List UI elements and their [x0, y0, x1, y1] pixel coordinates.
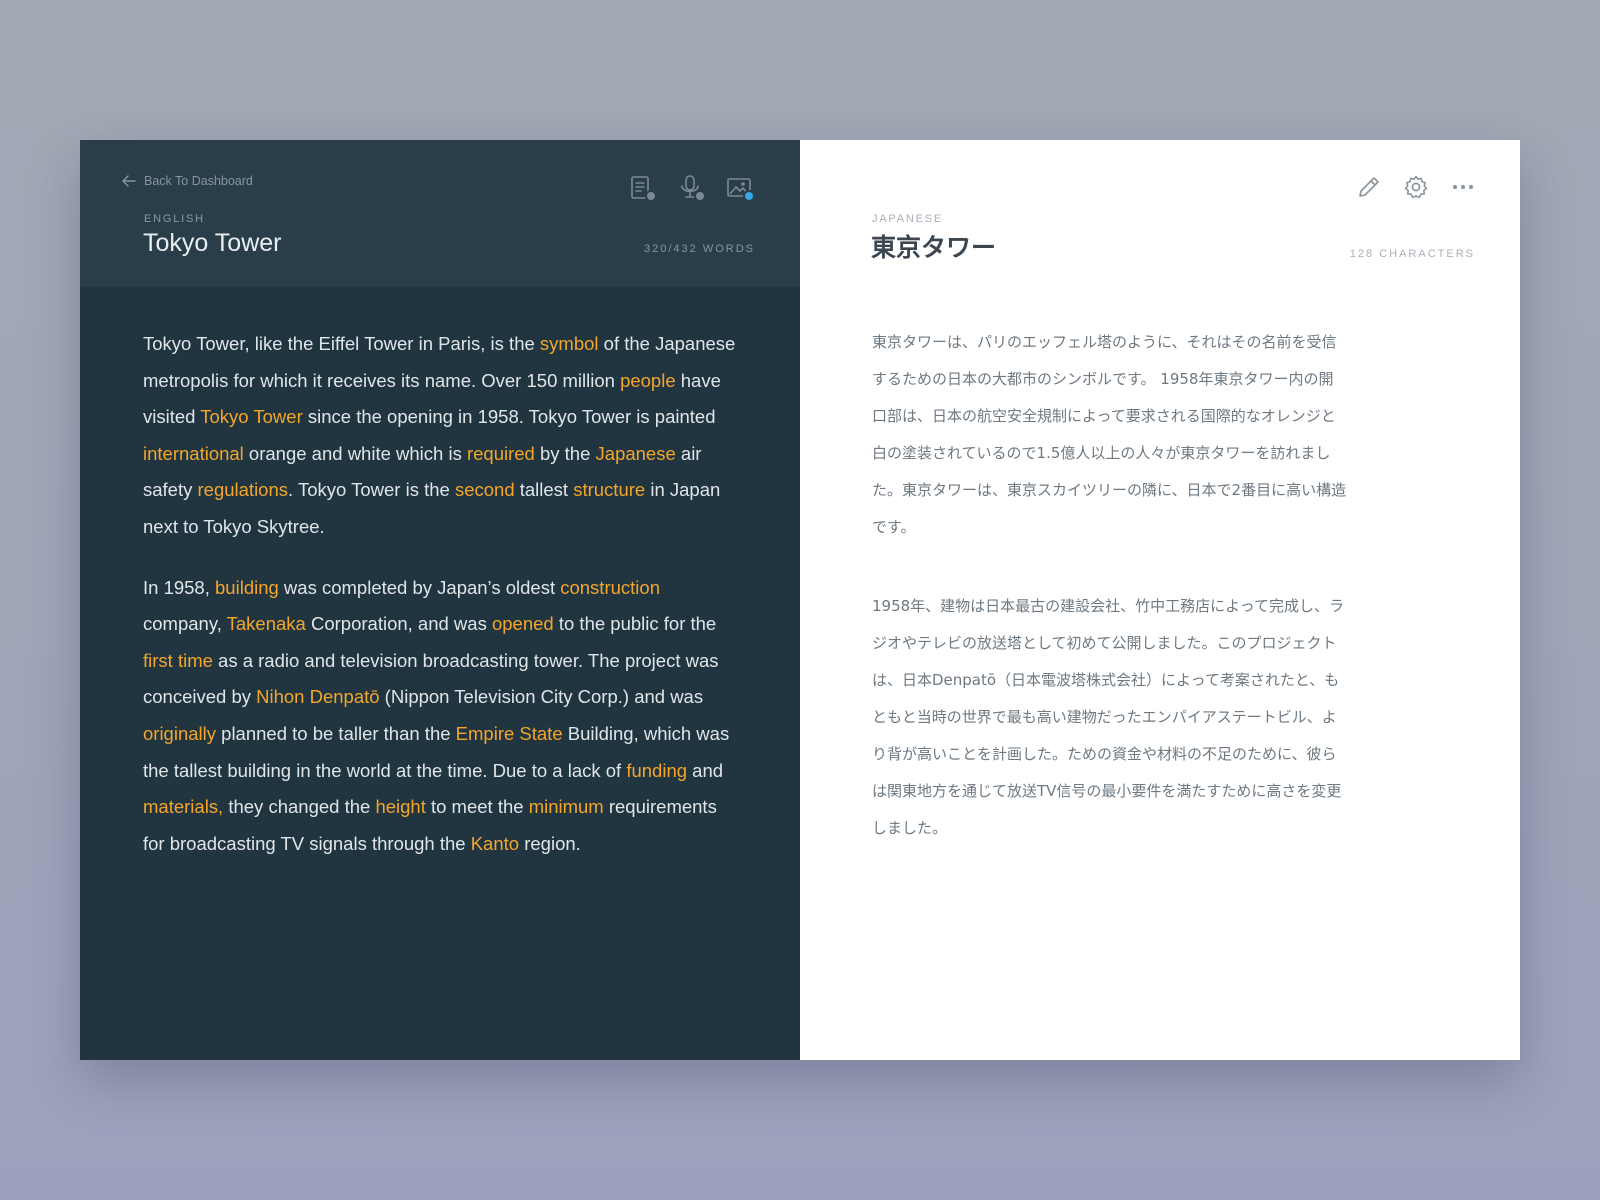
text-segment: and — [687, 759, 724, 781]
text-segment: company, — [143, 613, 227, 635]
text-segment: to meet the — [425, 796, 529, 818]
source-paragraph: Tokyo Tower, like the Eiffel Tower in Pa… — [143, 326, 743, 546]
highlighted-term[interactable]: minimum — [529, 796, 604, 817]
highlighted-term[interactable]: construction — [560, 577, 660, 598]
check-badge — [645, 190, 657, 202]
highlighted-term[interactable]: funding — [626, 760, 687, 781]
microphone-check-icon[interactable] — [677, 174, 707, 204]
text-segment: tallest — [514, 479, 574, 501]
translation-window: Back To Dashboard English Tokyo Tower — [80, 140, 1520, 1060]
highlighted-term[interactable]: Kanto — [471, 833, 519, 854]
target-toolbar — [1337, 172, 1478, 202]
highlighted-term[interactable]: regulations — [198, 479, 289, 500]
source-language-label: English — [144, 213, 205, 225]
highlighted-term[interactable]: second — [455, 479, 515, 500]
highlighted-term[interactable]: Takenaka — [227, 613, 306, 634]
document-check-icon[interactable] — [628, 174, 658, 204]
text-segment: planned to be taller than the — [216, 722, 456, 744]
target-title: 東京タワー — [871, 233, 997, 262]
highlighted-term[interactable]: height — [375, 796, 425, 817]
highlighted-term[interactable]: Tokyo Tower — [200, 406, 302, 427]
target-paragraph: 東京タワーは、パリのエッフェル塔のように、それはその名前を受信するための日本の大… — [872, 333, 1347, 536]
image-check-icon[interactable] — [726, 174, 756, 204]
arrow-left-icon — [122, 175, 136, 187]
text-segment: (Nippon Television City Corp.) and was — [379, 686, 704, 708]
source-header: Back To Dashboard English Tokyo Tower — [80, 140, 800, 287]
target-language-label: Japanese — [872, 213, 944, 225]
text-segment: they changed the — [223, 796, 376, 818]
target-pane: Japanese 東京タワー 128 CHARACTERS 東京タワーは、パリの… — [800, 140, 1520, 1060]
text-segment: region. — [519, 832, 581, 854]
highlighted-term[interactable]: people — [620, 370, 676, 391]
text-segment: to the public for the — [553, 613, 717, 635]
source-toolbar — [628, 174, 756, 204]
source-text[interactable]: Tokyo Tower, like the Eiffel Tower in Pa… — [143, 326, 743, 886]
text-segment: . Tokyo Tower is the — [288, 479, 455, 501]
highlighted-term[interactable]: Nihon Denpatō — [256, 686, 379, 707]
text-segment: Corporation, and was — [305, 613, 492, 635]
text-segment: In 1958, — [143, 576, 216, 598]
text-segment: orange and white which is — [243, 442, 467, 464]
back-link-label: Back To Dashboard — [144, 174, 253, 188]
text-segment: by the — [534, 442, 596, 464]
text-segment: since the opening in 1958. Tokyo Tower i… — [302, 406, 716, 428]
check-badge-active — [743, 190, 755, 202]
highlighted-term[interactable]: building — [215, 577, 279, 598]
highlighted-term[interactable]: Japanese — [596, 443, 676, 464]
target-paragraph: 1958年、建物は日本最古の建設会社、竹中工務店によって完成し、ラジオやテレビの… — [872, 597, 1344, 837]
highlighted-term[interactable]: first time — [143, 650, 213, 671]
highlighted-term[interactable]: Empire State — [456, 723, 563, 744]
highlighted-term[interactable]: international — [143, 443, 244, 464]
source-paragraph: In 1958, building was completed by Japan… — [143, 570, 743, 863]
highlighted-term[interactable]: required — [467, 443, 535, 464]
highlighted-term[interactable]: opened — [492, 613, 554, 634]
highlighted-term[interactable]: structure — [573, 479, 645, 500]
highlighted-term[interactable]: materials, — [143, 796, 223, 817]
back-to-dashboard-link[interactable]: Back To Dashboard — [122, 174, 253, 188]
more-icon[interactable] — [1448, 172, 1478, 202]
character-count: 128 CHARACTERS — [1349, 248, 1475, 260]
text-segment: was completed by Japan’s oldest — [278, 576, 561, 598]
highlighted-term[interactable]: symbol — [540, 333, 599, 354]
check-badge — [694, 190, 706, 202]
text-segment: Tokyo Tower, like the Eiffel Tower in Pa… — [143, 333, 540, 354]
word-count: 320/432 WORDS — [644, 243, 755, 255]
source-title: Tokyo Tower — [143, 229, 282, 257]
source-pane: Back To Dashboard English Tokyo Tower — [80, 140, 800, 1060]
target-text[interactable]: 東京タワーは、パリのエッフェル塔のように、それはその名前を受信するための日本の大… — [872, 324, 1347, 847]
highlighted-term[interactable]: originally — [143, 723, 216, 744]
gear-icon[interactable] — [1401, 172, 1431, 202]
pencil-icon[interactable] — [1354, 172, 1384, 202]
